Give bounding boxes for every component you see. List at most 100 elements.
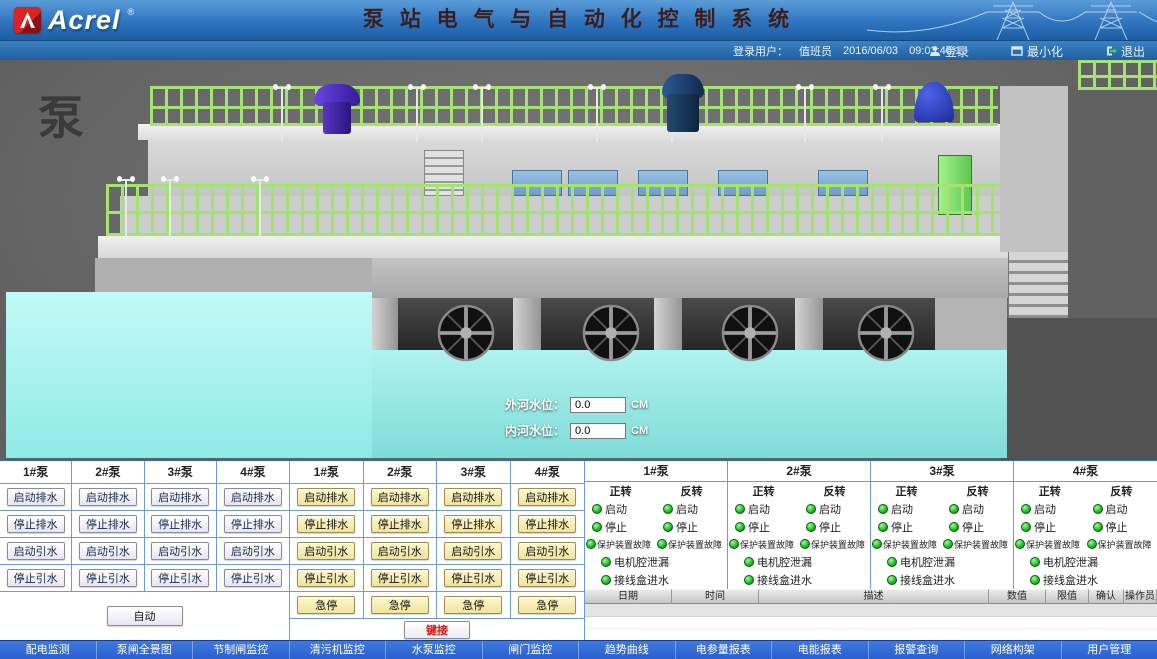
alarm-empty-row — [585, 604, 1157, 617]
group-a-headers: 1#泵 2#泵 3#泵 4#泵 — [0, 461, 289, 484]
bottom-nav: 配电监测 泵闸全景图 节制闸监控 清污机监控 水泵监控 闸门监控 趋势曲线 电参… — [0, 640, 1157, 659]
acrel-logo: Acrel ® — [14, 4, 134, 36]
pump3-motor-leak-led — [887, 557, 897, 567]
lamp-post-10 — [252, 176, 268, 238]
pump3-stop-drain-button-a[interactable]: 停止排水 — [151, 515, 209, 533]
pump1-header-a: 1#泵 — [0, 461, 72, 484]
pump2-start-divert-button-b[interactable]: 启动引水 — [371, 542, 429, 560]
pump3-start-divert-button-a[interactable]: 启动引水 — [151, 542, 209, 560]
nav-tab-trend-curves[interactable]: 趋势曲线 — [579, 641, 676, 659]
pump3-start-drain-button-b[interactable]: 启动排水 — [444, 488, 502, 506]
exit-button[interactable]: 退出 — [1105, 43, 1145, 60]
scene-watermark: 泵 — [38, 82, 84, 148]
pump1-start-divert-button-a[interactable]: 启动引水 — [7, 542, 65, 560]
nav-tab-user-management[interactable]: 用户管理 — [1062, 641, 1157, 659]
pump4-start-drain-button-b[interactable]: 启动排水 — [518, 488, 576, 506]
pump1-fwd-start-led — [592, 504, 602, 514]
pump1-start-drain-button-a[interactable]: 启动排水 — [7, 488, 65, 506]
pump3-fwd-start-led — [878, 504, 888, 514]
pump3-start-divert-button-b[interactable]: 启动引水 — [444, 542, 502, 560]
pump4-fwd-stop-led — [1021, 522, 1031, 532]
pump1-forward-header: 正转 — [585, 483, 656, 499]
pump1-start-divert-button-b[interactable]: 启动引水 — [297, 542, 355, 560]
pump4-start-divert-button-b[interactable]: 启动引水 — [518, 542, 576, 560]
pump2-junction-box-led — [744, 575, 754, 585]
pump2-motor-leak-led — [744, 557, 754, 567]
nav-tab-trash-cleaner[interactable]: 清污机监控 — [290, 641, 387, 659]
control-panel: 1#泵 2#泵 3#泵 4#泵 启动排水 启动排水 启动排水 启动排水 停止排水… — [0, 460, 1157, 640]
right-deck — [1000, 86, 1068, 252]
pier-5 — [935, 298, 1007, 352]
pump3-status: 3#泵 正转 反转 启动 启动 停止 停止 保护装置故障 保护装置故障 电机腔泄… — [871, 461, 1014, 589]
outer-river-level: 外河水位： CM — [505, 396, 648, 413]
alarm-col-operator: 操作员 — [1124, 589, 1157, 604]
pump4-start-drain-button-a[interactable]: 启动排水 — [224, 488, 282, 506]
pump2-estop-button[interactable]: 急停 — [371, 596, 429, 614]
pump4-stop-drain-button-b[interactable]: 停止排水 — [518, 515, 576, 533]
pump2-stop-drain-button-a[interactable]: 停止排水 — [79, 515, 137, 533]
alarm-table-header: 日期 时间 描述 数值 限值 确认 操作员 — [585, 589, 1157, 604]
pump1-stop-drain-button-a[interactable]: 停止排水 — [7, 515, 65, 533]
pump4-estop-button[interactable]: 急停 — [518, 596, 576, 614]
nav-tab-power-monitoring[interactable]: 配电监测 — [0, 641, 97, 659]
minimize-window-icon — [1011, 45, 1023, 57]
pump4-stop-divert-button-a[interactable]: 停止引水 — [224, 569, 282, 587]
pump1-estop-button[interactable]: 急停 — [297, 596, 355, 614]
pump2-start-drain-button-a[interactable]: 启动排水 — [79, 488, 137, 506]
pump2-stop-drain-button-b[interactable]: 停止排水 — [371, 515, 429, 533]
auto-mode-button[interactable]: 自动 — [107, 606, 183, 626]
acrel-logo-icon — [14, 7, 41, 33]
nav-tab-network-structure[interactable]: 网络构架 — [965, 641, 1062, 659]
pump4-fwd-protect-led — [1015, 539, 1025, 549]
nav-tab-alarm-query[interactable]: 报警查询 — [869, 641, 966, 659]
link-button[interactable]: 键接 — [404, 621, 470, 639]
left-basin-wall — [95, 258, 372, 294]
pump4-start-divert-button-a[interactable]: 启动引水 — [224, 542, 282, 560]
registered-trademark-mark: ® — [128, 7, 135, 17]
login-user-value: 值班员 — [799, 43, 832, 59]
alarm-table-body[interactable] — [585, 604, 1157, 640]
pump3-stop-divert-button-b[interactable]: 停止引水 — [444, 569, 502, 587]
outer-river-level-input[interactable] — [570, 397, 626, 413]
top-right-railing — [1078, 60, 1157, 90]
pump2-rev-stop-led — [806, 522, 816, 532]
pump2-reverse-header: 反转 — [799, 483, 870, 499]
pump1-rev-stop-led — [663, 522, 673, 532]
pump3-stop-drain-button-b[interactable]: 停止排水 — [444, 515, 502, 533]
transmission-towers-graphic — [867, 0, 1157, 40]
pump2-start-divert-button-a[interactable]: 启动引水 — [79, 542, 137, 560]
nav-tab-energy-report[interactable]: 电能报表 — [772, 641, 869, 659]
pump1-stop-drain-button-b[interactable]: 停止排水 — [297, 515, 355, 533]
nav-tab-pump-gate-overview[interactable]: 泵闸全景图 — [97, 641, 194, 659]
nav-tab-power-report[interactable]: 电参量报表 — [676, 641, 773, 659]
vent-dome-1 — [314, 84, 360, 134]
pump1-stop-divert-button-b[interactable]: 停止引水 — [297, 569, 355, 587]
pump2-stop-divert-button-a[interactable]: 停止引水 — [79, 569, 137, 587]
lamp-post-7 — [874, 84, 890, 142]
pump2-stop-divert-button-b[interactable]: 停止引水 — [371, 569, 429, 587]
page-title: 泵 站 电 气 与 自 动 化 控 制 系 统 — [363, 0, 794, 40]
pump3-start-drain-button-a[interactable]: 启动排水 — [151, 488, 209, 506]
vent-dome-2 — [662, 74, 704, 132]
inner-river-level-input[interactable] — [570, 423, 626, 439]
pump2-start-drain-button-b[interactable]: 启动排水 — [371, 488, 429, 506]
pier-1 — [372, 298, 398, 352]
pump4-stop-divert-button-b[interactable]: 停止引水 — [518, 569, 576, 587]
nav-tab-gate-monitoring[interactable]: 闸门监控 — [483, 641, 580, 659]
inner-river-level: 内河水位： CM — [505, 422, 648, 439]
pump1-stop-divert-button-a[interactable]: 停止引水 — [7, 569, 65, 587]
pump3-stop-divert-button-a[interactable]: 停止引水 — [151, 569, 209, 587]
title-bar: Acrel ® 泵 站 电 气 与 自 动 化 控 制 系 统 — [0, 0, 1157, 40]
nav-tab-water-pump[interactable]: 水泵监控 — [386, 641, 483, 659]
pump4-stop-drain-button-a[interactable]: 停止排水 — [224, 515, 282, 533]
pump3-estop-button[interactable]: 急停 — [444, 596, 502, 614]
minimize-button[interactable]: 最小化 — [1011, 43, 1063, 60]
nav-tab-regulating-gate[interactable]: 节制闸监控 — [193, 641, 290, 659]
pier-4 — [795, 298, 823, 352]
pump4-reverse-header: 反转 — [1086, 483, 1157, 499]
alarm-col-description: 描述 — [759, 589, 989, 604]
pump1-rev-protect-led — [657, 539, 667, 549]
pump1-start-drain-button-b[interactable]: 启动排水 — [297, 488, 355, 506]
alarm-col-value: 数值 — [989, 589, 1046, 604]
login-button[interactable]: 登录 — [929, 43, 969, 60]
